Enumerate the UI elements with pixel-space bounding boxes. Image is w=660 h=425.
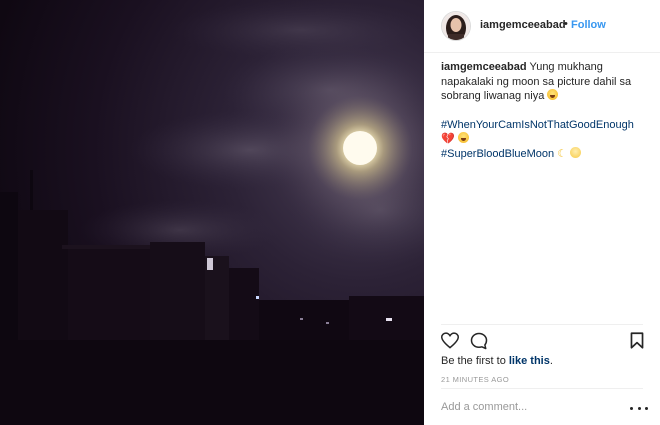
caption-username[interactable]: iamgemceeabad <box>441 61 527 73</box>
post-author-username[interactable]: iamgemceeabad <box>480 19 566 31</box>
heart-outline-icon[interactable] <box>441 332 459 349</box>
avatar-image <box>442 12 470 40</box>
broken-heart-emoji-icon: 💔 <box>441 133 455 145</box>
follow-button[interactable]: Follow <box>571 19 606 31</box>
likes-line: Be the first to like this. <box>441 355 553 367</box>
laughing-tears-emoji-icon <box>547 89 559 100</box>
post-sidebar: iamgemceeabad • Follow iamgemceeabad Yun… <box>424 0 660 425</box>
comment-divider <box>441 388 643 389</box>
caption-hashtag-line-2: #SuperBloodBlueMoon ☾ <box>441 146 646 162</box>
actions-divider <box>441 324 643 325</box>
avatar[interactable] <box>441 11 471 41</box>
header-separator: • <box>564 18 568 30</box>
more-dot <box>630 406 633 410</box>
post-caption: iamgemceeabad Yung mukhang napakalaki ng… <box>441 60 646 161</box>
likes-suffix: . <box>549 355 553 367</box>
post-header: iamgemceeabad • Follow <box>424 0 660 53</box>
more-dot <box>645 406 648 410</box>
instagram-post: iamgemceeabad • Follow iamgemceeabad Yun… <box>0 0 660 425</box>
hashtag-link[interactable]: #SuperBloodBlueMoon <box>441 148 554 160</box>
caption-hashtag-line-1: #WhenYourCamIsNotThatGoodEnough 💔 <box>441 118 646 147</box>
more-dot <box>637 406 641 410</box>
crescent-moon-emoji-icon: ☾ <box>557 147 568 160</box>
post-timestamp[interactable]: 21 MINUTES AGO <box>441 375 509 384</box>
add-comment-input[interactable] <box>441 398 621 416</box>
likes-prefix: Be the first to <box>441 355 506 367</box>
like-this-link[interactable]: like this <box>509 355 550 367</box>
more-options-icon[interactable] <box>630 404 648 412</box>
night-sky-moon-image <box>0 0 424 425</box>
full-moon-face-emoji-icon <box>570 146 582 158</box>
laughing-tears-emoji-icon <box>457 132 469 143</box>
bookmark-icon[interactable] <box>630 332 644 349</box>
caption-gap <box>441 104 646 118</box>
comment-bubble-icon[interactable] <box>470 332 488 350</box>
post-photo[interactable] <box>0 0 424 425</box>
hashtag-link[interactable]: #WhenYourCamIsNotThatGoodEnough <box>441 119 634 131</box>
caption-line: iamgemceeabad Yung mukhang napakalaki ng… <box>441 60 646 104</box>
